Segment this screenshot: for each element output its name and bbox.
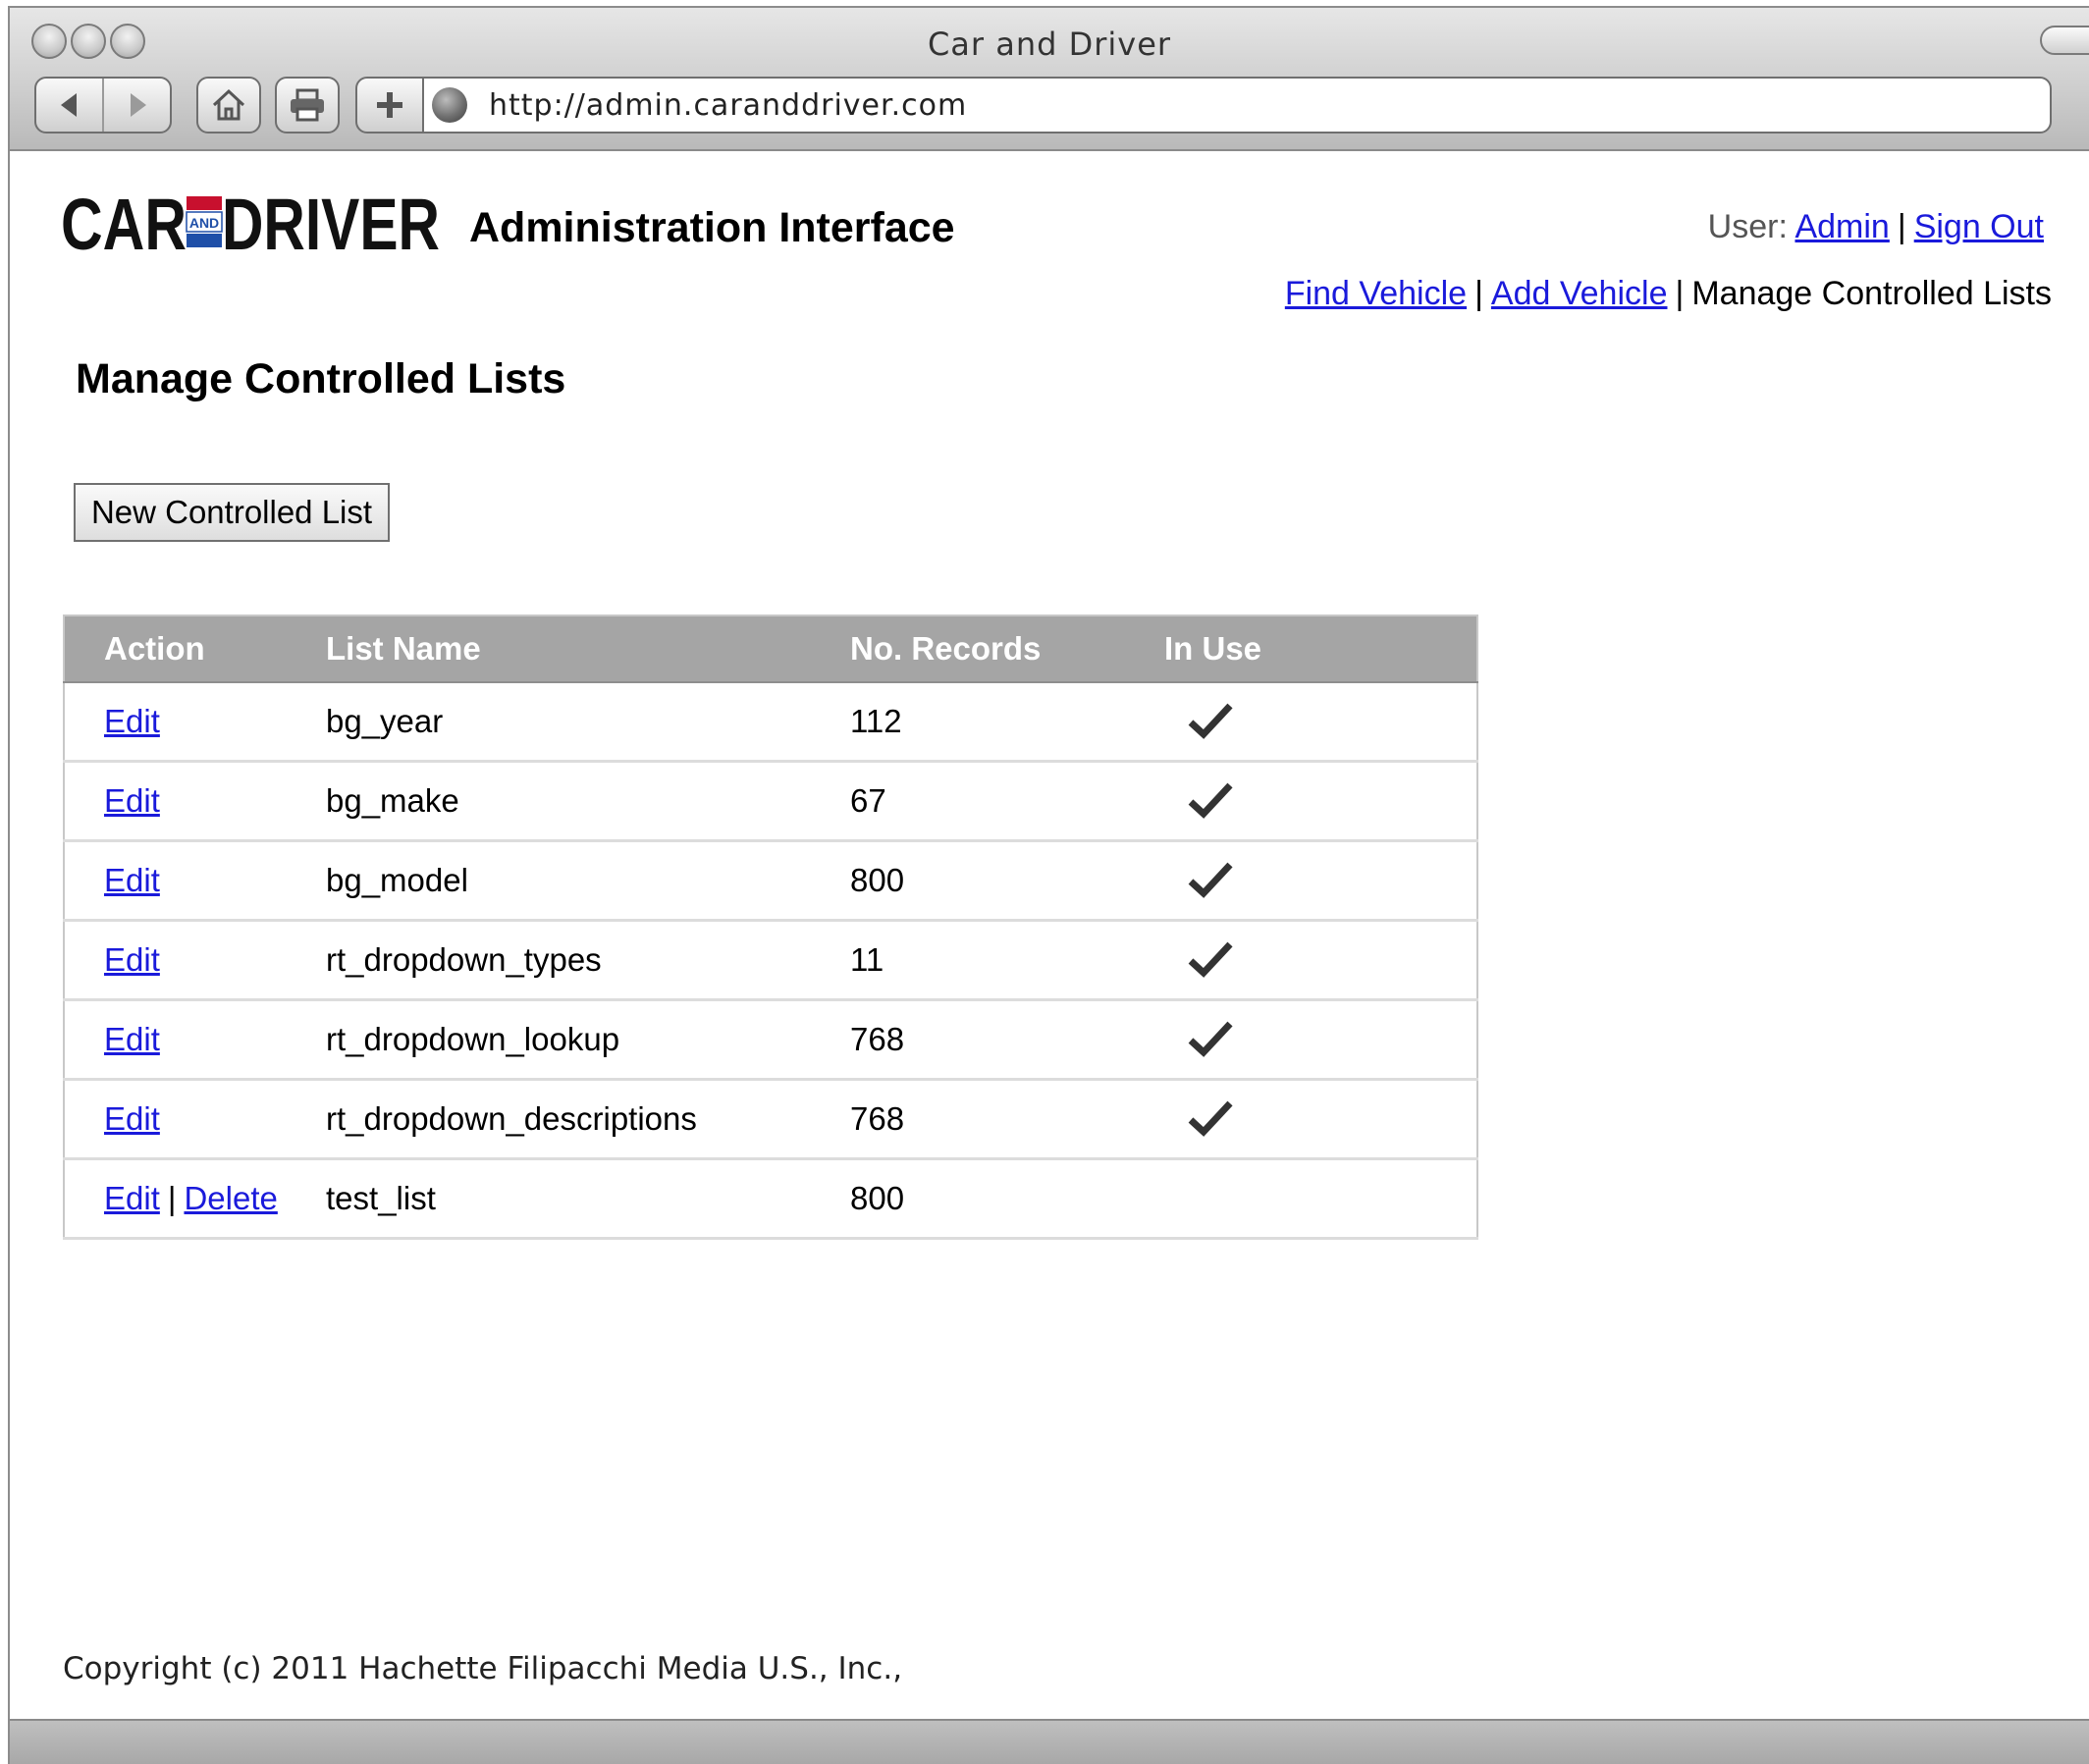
list-name-cell: test_list <box>326 1158 850 1240</box>
records-cell: 112 <box>850 682 1164 763</box>
back-icon <box>60 93 77 117</box>
print-icon <box>291 88 324 122</box>
toolbar-toggle-button[interactable] <box>2040 26 2089 55</box>
column-header-records: No. Records <box>850 615 1164 683</box>
new-controlled-list-button[interactable]: New Controlled List <box>74 483 390 542</box>
checkmark-icon <box>1188 703 1233 739</box>
table-row: Edit rt_dropdown_types 11 <box>64 920 1477 1001</box>
in-use-cell <box>1164 840 1477 922</box>
car-and-driver-logo: CAR AND DRIVER <box>61 187 440 257</box>
app-title: Administration Interface <box>469 204 955 251</box>
page-content: CAR AND DRIVER Administration Interface … <box>10 151 2089 1764</box>
delete-link[interactable]: Delete <box>184 1180 277 1216</box>
separator: | <box>1474 275 1483 312</box>
status-bar <box>10 1719 2089 1764</box>
checkmark-icon <box>1188 1021 1233 1057</box>
edit-link[interactable]: Edit <box>104 941 160 978</box>
user-label: User: <box>1707 208 1788 245</box>
checkmark-icon <box>1188 941 1233 978</box>
in-use-cell <box>1164 1158 1477 1240</box>
back-forward-group <box>34 77 172 134</box>
edit-link[interactable]: Edit <box>104 703 160 739</box>
records-cell: 800 <box>850 840 1164 922</box>
separator: | <box>1897 208 1906 245</box>
browser-chrome: Car and Driver http://admin.caranddriver… <box>10 8 2089 151</box>
edit-link[interactable]: Edit <box>104 1021 160 1057</box>
url-text[interactable]: http://admin.caranddriver.com <box>489 88 967 123</box>
sign-out-link[interactable]: Sign Out <box>1914 208 2044 245</box>
add-icon <box>377 92 402 118</box>
find-vehicle-link[interactable]: Find Vehicle <box>1285 275 1467 312</box>
table-row: Edit rt_dropdown_descriptions 768 <box>64 1079 1477 1160</box>
edit-link[interactable]: Edit <box>104 782 160 819</box>
print-button[interactable] <box>275 77 340 134</box>
home-button[interactable] <box>196 77 261 134</box>
checkmark-icon <box>1188 1100 1233 1137</box>
copyright-footer: Copyright (c) 2011 Hachette Filipacchi M… <box>63 1651 903 1686</box>
browser-window: Car and Driver http://admin.caranddriver… <box>8 6 2089 1764</box>
action-cell: Edit <box>64 840 326 922</box>
window-title: Car and Driver <box>927 26 1172 63</box>
globe-icon <box>432 87 467 123</box>
list-name-cell: bg_model <box>326 840 850 922</box>
checkmark-icon <box>1188 782 1233 819</box>
home-icon <box>212 88 245 121</box>
main-nav: Find Vehicle | Add Vehicle | Manage Controll… <box>1285 275 2052 313</box>
action-cell: Edit <box>64 682 326 763</box>
add-vehicle-link[interactable]: Add Vehicle <box>1491 275 1668 312</box>
in-use-cell <box>1164 920 1477 1001</box>
records-cell: 67 <box>850 761 1164 842</box>
list-name-cell: bg_make <box>326 761 850 842</box>
edit-link[interactable]: Edit <box>104 1180 160 1216</box>
column-header-action: Action <box>64 615 326 683</box>
in-use-cell <box>1164 999 1477 1081</box>
in-use-cell <box>1164 682 1477 763</box>
table-row: Edit bg_make 67 <box>64 761 1477 842</box>
records-cell: 768 <box>850 1079 1164 1160</box>
separator: | <box>1675 275 1685 312</box>
forward-button[interactable] <box>102 79 170 132</box>
in-use-cell <box>1164 1079 1477 1160</box>
svg-text:CAR: CAR <box>61 187 187 257</box>
table-row: Edit bg_model 800 <box>64 840 1477 922</box>
current-nav-item: Manage Controlled Lists <box>1691 275 2052 312</box>
table-row: Edit bg_year 112 <box>64 682 1477 763</box>
separator: | <box>167 1180 177 1216</box>
list-name-cell: bg_year <box>326 682 850 763</box>
list-name-cell: rt_dropdown_types <box>326 920 850 1001</box>
controlled-lists-table: Action List Name No. Records In Use Edit… <box>63 615 1478 1240</box>
user-info: User: Admin | Sign Out <box>1708 208 2044 246</box>
in-use-cell <box>1164 761 1477 842</box>
action-cell: Edit <box>64 999 326 1081</box>
add-bookmark-button[interactable] <box>355 77 424 134</box>
list-name-cell: rt_dropdown_lookup <box>326 999 850 1081</box>
column-header-list-name: List Name <box>326 615 850 683</box>
page-title: Manage Controlled Lists <box>76 355 566 402</box>
forward-icon <box>130 93 146 117</box>
list-name-cell: rt_dropdown_descriptions <box>326 1079 850 1160</box>
records-cell: 768 <box>850 999 1164 1081</box>
address-bar[interactable]: http://admin.caranddriver.com <box>422 77 2052 134</box>
action-cell: Edit | Delete <box>64 1158 326 1240</box>
table-header-row: Action List Name No. Records In Use <box>64 615 1477 683</box>
action-cell: Edit <box>64 920 326 1001</box>
edit-link[interactable]: Edit <box>104 1100 160 1137</box>
table-row: Edit | Delete test_list 800 <box>64 1158 1477 1240</box>
svg-text:AND: AND <box>189 215 219 231</box>
edit-link[interactable]: Edit <box>104 862 160 898</box>
back-button[interactable] <box>36 79 102 132</box>
checkmark-icon <box>1188 862 1233 898</box>
table-row: Edit rt_dropdown_lookup 768 <box>64 999 1477 1081</box>
user-admin-link[interactable]: Admin <box>1794 208 1889 245</box>
svg-text:DRIVER: DRIVER <box>222 187 440 257</box>
records-cell: 11 <box>850 920 1164 1001</box>
records-cell: 800 <box>850 1158 1164 1240</box>
action-cell: Edit <box>64 761 326 842</box>
action-cell: Edit <box>64 1079 326 1160</box>
column-header-in-use: In Use <box>1164 615 1477 683</box>
